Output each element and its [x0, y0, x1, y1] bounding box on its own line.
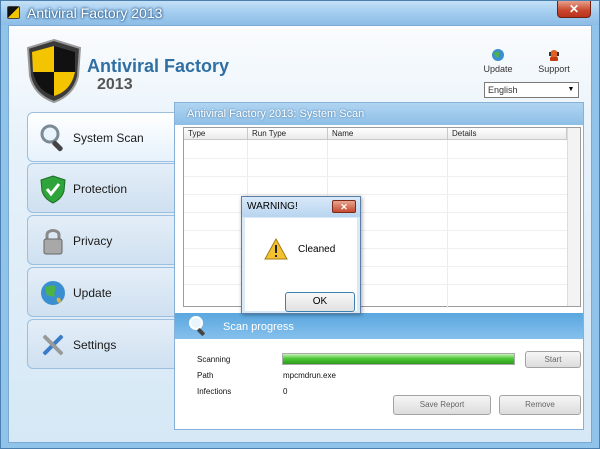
- ok-button[interactable]: OK: [285, 292, 355, 312]
- dialog-close-button[interactable]: ✕: [332, 200, 356, 213]
- path-label: Path: [197, 371, 214, 380]
- brand-name: Antiviral Factory: [87, 56, 230, 76]
- globe-icon: [492, 49, 504, 61]
- update-top-label: Update: [483, 64, 513, 74]
- column-header-name[interactable]: Name: [328, 128, 448, 140]
- sidebar-item-label: Settings: [73, 338, 117, 352]
- globe-icon: [41, 281, 65, 305]
- path-value: mpcmdrun.exe: [283, 371, 336, 380]
- window-title: Antiviral Factory 2013: [27, 5, 163, 21]
- shield-check-icon: [40, 175, 66, 204]
- support-top-label: Support: [538, 64, 570, 74]
- magnifier-icon: [40, 124, 63, 152]
- infections-value: 0: [283, 387, 288, 396]
- support-icon: [549, 50, 559, 61]
- save-report-button[interactable]: Save Report: [393, 395, 491, 415]
- column-header-type[interactable]: Type: [184, 128, 248, 140]
- sidebar-item-system-scan[interactable]: System Scan: [27, 112, 177, 162]
- grid-divider: [184, 158, 580, 159]
- system-scan-panel: Antiviral Factory 2013: System Scan Type…: [174, 102, 584, 430]
- column-header-run-type[interactable]: Run Type: [248, 128, 328, 140]
- panel-title: Antiviral Factory 2013: System Scan: [175, 103, 583, 125]
- tools-icon: [42, 334, 64, 356]
- scan-progress-title: Scan progress: [223, 321, 294, 333]
- dialog-body: Cleaned OK: [245, 218, 357, 312]
- warning-dialog: WARNING! ✕ Cleaned OK: [241, 196, 361, 314]
- chevron-down-icon: ▼: [567, 86, 575, 93]
- remove-button[interactable]: Remove: [499, 395, 581, 415]
- sidebar-item-label: Protection: [73, 182, 128, 196]
- table-scrollbar[interactable]: [567, 128, 580, 306]
- sidebar-item-privacy[interactable]: Privacy: [27, 215, 175, 265]
- language-selected: English: [488, 85, 518, 95]
- shield-logo-icon: [26, 38, 82, 104]
- infections-label: Infections: [197, 387, 232, 396]
- sidebar-item-label: Update: [73, 286, 112, 300]
- grid-divider: [184, 176, 580, 177]
- window-close-button[interactable]: ✕: [557, 1, 591, 18]
- scanning-label: Scanning: [197, 355, 231, 364]
- start-button[interactable]: Start: [525, 351, 581, 368]
- grid-divider: [447, 140, 448, 308]
- app-window: Antiviral Factory 2013 ✕ Antiviral Facto…: [0, 0, 600, 449]
- sidebar-item-settings[interactable]: Settings: [27, 319, 175, 369]
- language-select[interactable]: English ▼: [484, 82, 579, 98]
- magnifier-icon: [189, 316, 205, 336]
- dialog-title: WARNING!: [247, 201, 298, 212]
- sidebar-item-update[interactable]: Update: [27, 267, 175, 317]
- dialog-message: Cleaned: [298, 244, 336, 255]
- sidebar-item-label: System Scan: [73, 131, 144, 145]
- grid-divider: [184, 194, 580, 195]
- sidebar-item-protection[interactable]: Protection: [27, 163, 175, 213]
- scan-progress-fill: [283, 354, 514, 364]
- lock-icon: [43, 229, 63, 255]
- title-bar[interactable]: Antiviral Factory 2013 ✕: [1, 1, 599, 25]
- sidebar-item-label: Privacy: [73, 234, 113, 248]
- brand-year: 2013: [97, 76, 133, 93]
- column-header-details[interactable]: Details: [448, 128, 567, 140]
- app-icon: [7, 6, 20, 19]
- scan-progress-header: Scan progress: [175, 313, 583, 339]
- warning-icon: [264, 238, 288, 260]
- scan-progress-bar: [282, 353, 515, 365]
